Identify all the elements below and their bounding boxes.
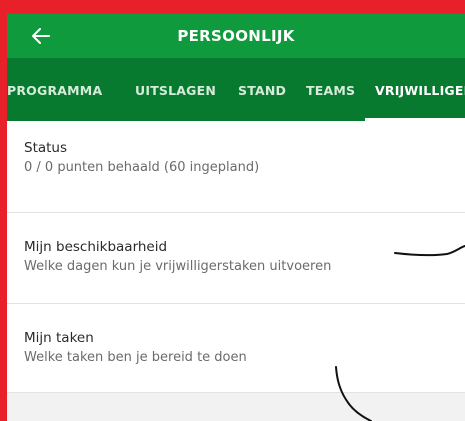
page-title: PERSOONLIJK [177,27,295,45]
status-row[interactable]: Status 0 / 0 punten behaald (60 ingeplan… [7,121,465,213]
tab-uitslagen[interactable]: UITSLAGEN [135,58,216,121]
tasks-title: Mijn taken [24,330,94,346]
tab-teams[interactable]: TEAMS [306,58,355,121]
settings-list: Status 0 / 0 punten behaald (60 ingeplan… [7,121,465,393]
availability-title: Mijn beschikbaarheid [24,239,168,255]
tab-programma[interactable]: PROGRAMMA [7,58,102,121]
tasks-row[interactable]: Mijn taken Welke taken ben je bereid te … [7,304,465,393]
tab-vrijwilligers[interactable]: VRIJWILLIGERS [375,58,465,121]
tasks-subtitle: Welke taken ben je bereid te doen [24,350,247,365]
app-bar: PERSOONLIJK [7,14,465,58]
status-subtitle: 0 / 0 punten behaald (60 ingepland) [24,160,260,175]
tab-bar: PROGRAMMA UITSLAGEN STAND TEAMS VRIJWILL… [7,58,465,121]
tab-stand[interactable]: STAND [238,58,286,121]
app-screen: PERSOONLIJK PROGRAMMA UITSLAGEN STAND TE… [7,14,465,421]
availability-subtitle: Welke dagen kun je vrijwilligerstaken ui… [24,259,332,274]
availability-row[interactable]: Mijn beschikbaarheid Welke dagen kun je … [7,213,465,304]
status-title: Status [24,140,68,156]
